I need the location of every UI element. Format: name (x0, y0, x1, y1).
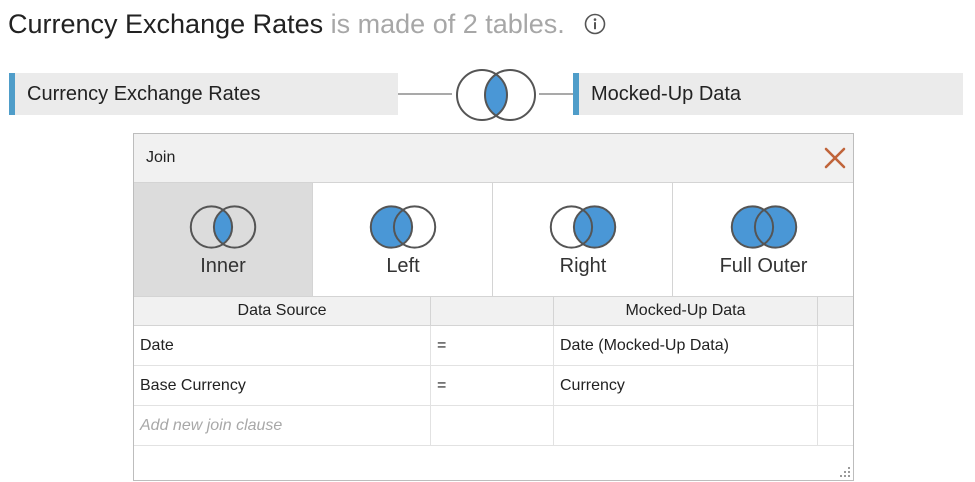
join-clause-row[interactable]: Date = Date (Mocked-Up Data) (134, 326, 853, 366)
row-spacer-cell (818, 406, 853, 445)
left-table-name: Currency Exchange Rates (27, 83, 261, 105)
join-type-left[interactable]: Left (314, 183, 493, 296)
join-connector-right (539, 93, 573, 95)
operator-cell[interactable]: = (431, 366, 554, 405)
info-circle-icon[interactable] (584, 13, 606, 35)
add-clause-row[interactable]: Add new join clause (134, 406, 853, 446)
right-field-cell (554, 406, 818, 445)
column-header-right[interactable]: Mocked-Up Data (554, 297, 818, 325)
join-type-inner[interactable]: Inner (134, 183, 313, 296)
join-type-label: Full Outer (719, 255, 808, 277)
join-type-full-outer[interactable]: Full Outer (674, 183, 853, 296)
right-table-pill[interactable]: Mocked-Up Data (573, 73, 963, 115)
column-header-operator (431, 297, 554, 325)
join-type-label: Inner (200, 255, 246, 277)
join-clause-header: Data Source Mocked-Up Data (134, 297, 853, 326)
left-field-cell[interactable]: Date (134, 326, 431, 365)
join-clause-row[interactable]: Base Currency = Currency (134, 366, 853, 406)
right-table-name: Mocked-Up Data (591, 83, 742, 105)
data-source-title: Currency Exchange Rates (8, 9, 324, 39)
left-field-cell[interactable]: Base Currency (134, 366, 431, 405)
join-type-label: Left (386, 255, 420, 277)
column-header-left[interactable]: Data Source (134, 297, 431, 325)
close-icon[interactable] (823, 146, 847, 170)
operator-cell (431, 406, 554, 445)
operator-cell[interactable]: = (431, 326, 554, 365)
page-heading: Currency Exchange Rates is made of 2 tab… (8, 6, 565, 42)
join-type-label: Right (559, 255, 607, 277)
left-join-icon (369, 205, 437, 249)
right-join-icon (549, 205, 617, 249)
dialog-title: Join (146, 149, 176, 166)
join-type-right[interactable]: Right (494, 183, 673, 296)
resize-grip-icon[interactable] (839, 466, 851, 478)
full-outer-join-icon (730, 205, 797, 249)
row-spacer-cell (818, 366, 853, 405)
right-field-cell[interactable]: Currency (554, 366, 818, 405)
add-join-clause[interactable]: Add new join clause (134, 406, 431, 445)
column-header-spacer (818, 297, 853, 325)
inner-join-venn-icon[interactable] (450, 66, 542, 124)
dialog-header: Join (134, 134, 853, 183)
table-count-text: is made of 2 tables. (323, 9, 565, 39)
right-field-cell[interactable]: Date (Mocked-Up Data) (554, 326, 818, 365)
join-connector-left (398, 93, 452, 95)
inner-join-icon (189, 205, 257, 249)
join-type-selector: Inner Left Right Full Outer (134, 183, 853, 297)
left-table-pill[interactable]: Currency Exchange Rates (9, 73, 398, 115)
row-spacer-cell (818, 326, 853, 365)
join-dialog: Join Inner Left Right Full Outer Data So… (133, 133, 854, 481)
